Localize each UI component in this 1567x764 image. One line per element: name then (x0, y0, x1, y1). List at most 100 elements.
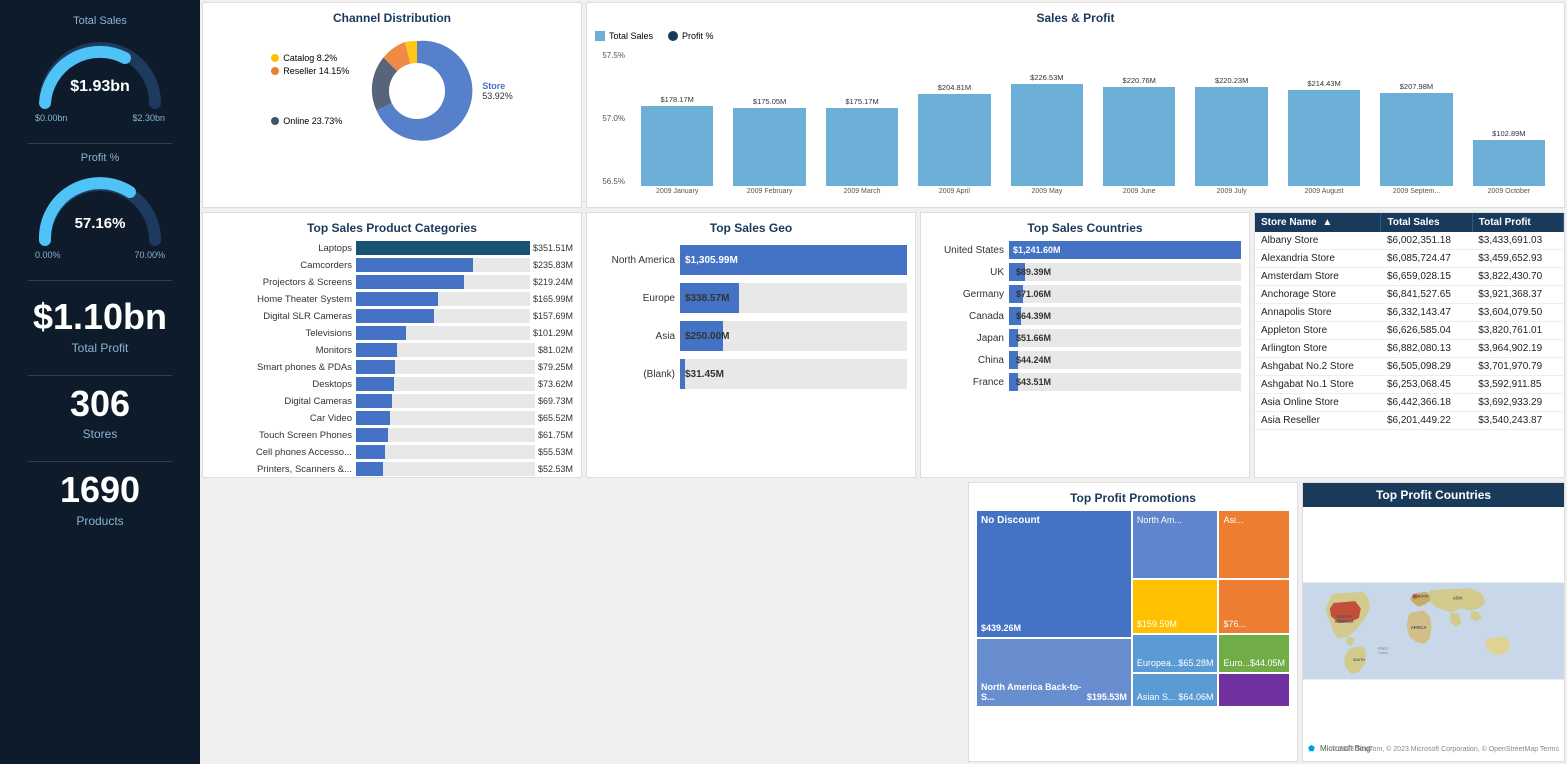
bar-chart: $178.17M $175.05M $175.17M (630, 46, 1556, 186)
total-sales-title: Total Sales (10, 15, 190, 27)
table-row: Albany Store $6,002,351.18 $3,433,691.03 (1255, 232, 1564, 250)
middle-row: Top Sales Product Categories Laptops $35… (200, 210, 1567, 480)
list-item: Televisions $101.29M (211, 326, 573, 340)
list-item: Smart phones & PDAs $79.25M (211, 360, 573, 374)
bottom-spacer (200, 480, 584, 764)
table-row: Alexandria Store $6,085,724.47 $3,459,65… (1255, 250, 1564, 268)
table-row: Ashgabat No.1 Store $6,253,068.45 $3,592… (1255, 376, 1564, 394)
treemap-cell-na-back: North America Back-to-S... $195.53M (977, 639, 1131, 706)
store-table-body: Albany Store $6,002,351.18 $3,433,691.03… (1255, 232, 1564, 430)
store-data-table: Store Name ▲ Total Sales Total Profit Al… (1255, 213, 1564, 430)
stores-value: 306 (10, 384, 190, 424)
list-item: Camcorders $235.83M (211, 258, 573, 272)
top-geo-panel: Top Sales Geo North America $1,305.99M E… (586, 212, 916, 478)
treemap-cell-76: $76... (1219, 580, 1289, 632)
table-row: Amsterdam Store $6,659,028.15 $3,822,430… (1255, 268, 1564, 286)
treemap-cell-no-discount: No Discount $439.26M (977, 511, 1131, 637)
chart-col-aug: $214.43M (1279, 79, 1369, 186)
map-copyright: © 2023 TomTom, © 2023 Microsoft Corporat… (1331, 746, 1559, 753)
total-sales-range: $0.00bn $2.30bn (35, 113, 165, 123)
list-item: Printers, Scanners &... $52.53M (211, 462, 573, 476)
top-profit-countries-panel: Top Profit Countries (1302, 482, 1565, 762)
svg-text:AFRICA: AFRICA (1411, 625, 1427, 630)
x-axis-labels: 2009 January 2009 February 2009 March 20… (630, 188, 1556, 195)
profit-pct-title: Profit % (10, 152, 190, 164)
svg-text:ASIA: ASIA (1453, 595, 1463, 600)
list-item: Laptops $351.51M (211, 241, 573, 255)
donut-svg (357, 31, 477, 151)
profit-legend-dot (668, 31, 678, 41)
total-profit-label: Total Profit (10, 341, 190, 355)
profit-value: 57.16% (75, 215, 126, 232)
svg-text:AMERICA: AMERICA (1334, 619, 1353, 624)
svg-text:EUROPE: EUROPE (1413, 594, 1429, 598)
list-item: North America $1,305.99M (595, 245, 907, 275)
svg-text:NORTH: NORTH (1337, 614, 1352, 619)
chart-col-may: $226.53M (1002, 73, 1092, 186)
catalog-dot (271, 54, 279, 62)
chart-col-mar: $175.17M (817, 97, 907, 186)
donut-chart-area: Catalog 8.2% Reseller 14.15% Online 23.7… (211, 31, 573, 151)
chart-col-sep: $207.98M (1371, 82, 1461, 186)
total-sales-header[interactable]: Total Sales (1381, 213, 1472, 232)
list-item: Canada $64.39M (929, 307, 1241, 325)
chart-col-feb: $175.05M (724, 97, 814, 186)
sort-icon: ▲ (1322, 217, 1332, 228)
list-item: France $43.51M (929, 373, 1241, 391)
top-row: Channel Distribution Catalog 8.2% Resell… (200, 0, 1567, 210)
total-profit-header[interactable]: Total Profit (1472, 213, 1563, 232)
chart-col-jul: $220.23M (1186, 76, 1276, 186)
donut-legend: Catalog 8.2% Reseller 14.15% Online 23.7… (271, 53, 349, 129)
list-item: Japan $51.66M (929, 329, 1241, 347)
treemap-cell-euro: Euro... $44.05M (1219, 635, 1289, 673)
treemap-middle: North Am... $159.59M Europea... $65.28M … (1133, 511, 1218, 706)
store-table-panel: Store Name ▲ Total Sales Total Profit Al… (1254, 212, 1565, 478)
store-pct-label: Store 53.92% (482, 81, 513, 101)
world-map: NORTH AMERICA Atlantic Ocean SOUTH EUROP… (1303, 507, 1564, 755)
chart-col-jun: $220.76M (1094, 76, 1184, 186)
list-item: Projectors & Screens $219.24M (211, 275, 573, 289)
chart-col-oct: $102.89M (1464, 129, 1554, 186)
list-item: Digital SLR Cameras $157.69M (211, 309, 573, 323)
legend-online: Online 23.73% (271, 116, 349, 126)
list-item: Desktops $73.62M (211, 377, 573, 391)
table-row: Ashgabat No.2 Store $6,505,098.29 $3,701… (1255, 358, 1564, 376)
total-sales-gauge: $1.93bn (30, 33, 170, 113)
table-row: Annapolis Store $6,332,143.47 $3,604,079… (1255, 304, 1564, 322)
treemap-right: Asi... $76... Euro... $44.05M (1219, 511, 1289, 706)
store-table-scroll[interactable]: Store Name ▲ Total Sales Total Profit Al… (1255, 213, 1564, 430)
table-row: Appleton Store $6,626,585.04 $3,820,761.… (1255, 322, 1564, 340)
legend-catalog: Catalog 8.2% (271, 53, 349, 63)
treemap-cell-purple (1219, 674, 1289, 706)
table-row: Anchorage Store $6,841,527.65 $3,921,368… (1255, 286, 1564, 304)
svg-text:Atlantic: Atlantic (1378, 647, 1389, 651)
top-promotions-panel: Top Profit Promotions No Discount $439.2… (968, 482, 1298, 762)
treemap-cell-europea: Europea... $65.28M (1133, 635, 1218, 673)
list-item: Monitors $81.02M (211, 343, 573, 357)
online-dot (271, 117, 279, 125)
treemap-cell-159: $159.59M (1133, 580, 1218, 632)
treemap-left: No Discount $439.26M North America Back-… (977, 511, 1131, 706)
list-item: China $44.24M (929, 351, 1241, 369)
store-name-header[interactable]: Store Name ▲ (1255, 213, 1381, 232)
treemap-cell-asi: Asi... (1219, 511, 1289, 578)
top-categories-panel: Top Sales Product Categories Laptops $35… (202, 212, 582, 478)
chart-col-apr: $204.81M (909, 83, 999, 186)
list-item: Germany $71.06M (929, 285, 1241, 303)
products-value: 1690 (10, 470, 190, 510)
promotions-title: Top Profit Promotions (977, 491, 1289, 505)
list-item: UK $89.39M (929, 263, 1241, 281)
bottom-row: Top Profit Promotions No Discount $439.2… (200, 480, 1567, 764)
channel-dist-title: Channel Distribution (211, 11, 573, 25)
categories-list: Laptops $351.51M Camcorders $235.83M Pro… (211, 241, 573, 478)
geo-title: Top Sales Geo (595, 221, 907, 235)
list-item: Asia $250.00M (595, 321, 907, 351)
categories-title: Top Sales Product Categories (211, 221, 573, 235)
profit-gauge: 57.16% (30, 170, 170, 250)
treemap-cell-asian-s: Asian S... $64.06M (1133, 674, 1218, 706)
profit-range: 0.00% 70.00% (35, 250, 165, 260)
total-profit-value: $1.10bn (10, 297, 190, 337)
legend-reseller: Reseller 14.15% (271, 66, 349, 76)
sidebar: Total Sales $1.93bn $0.00bn $2.30bn Prof… (0, 0, 200, 764)
stores-label: Stores (10, 427, 190, 441)
